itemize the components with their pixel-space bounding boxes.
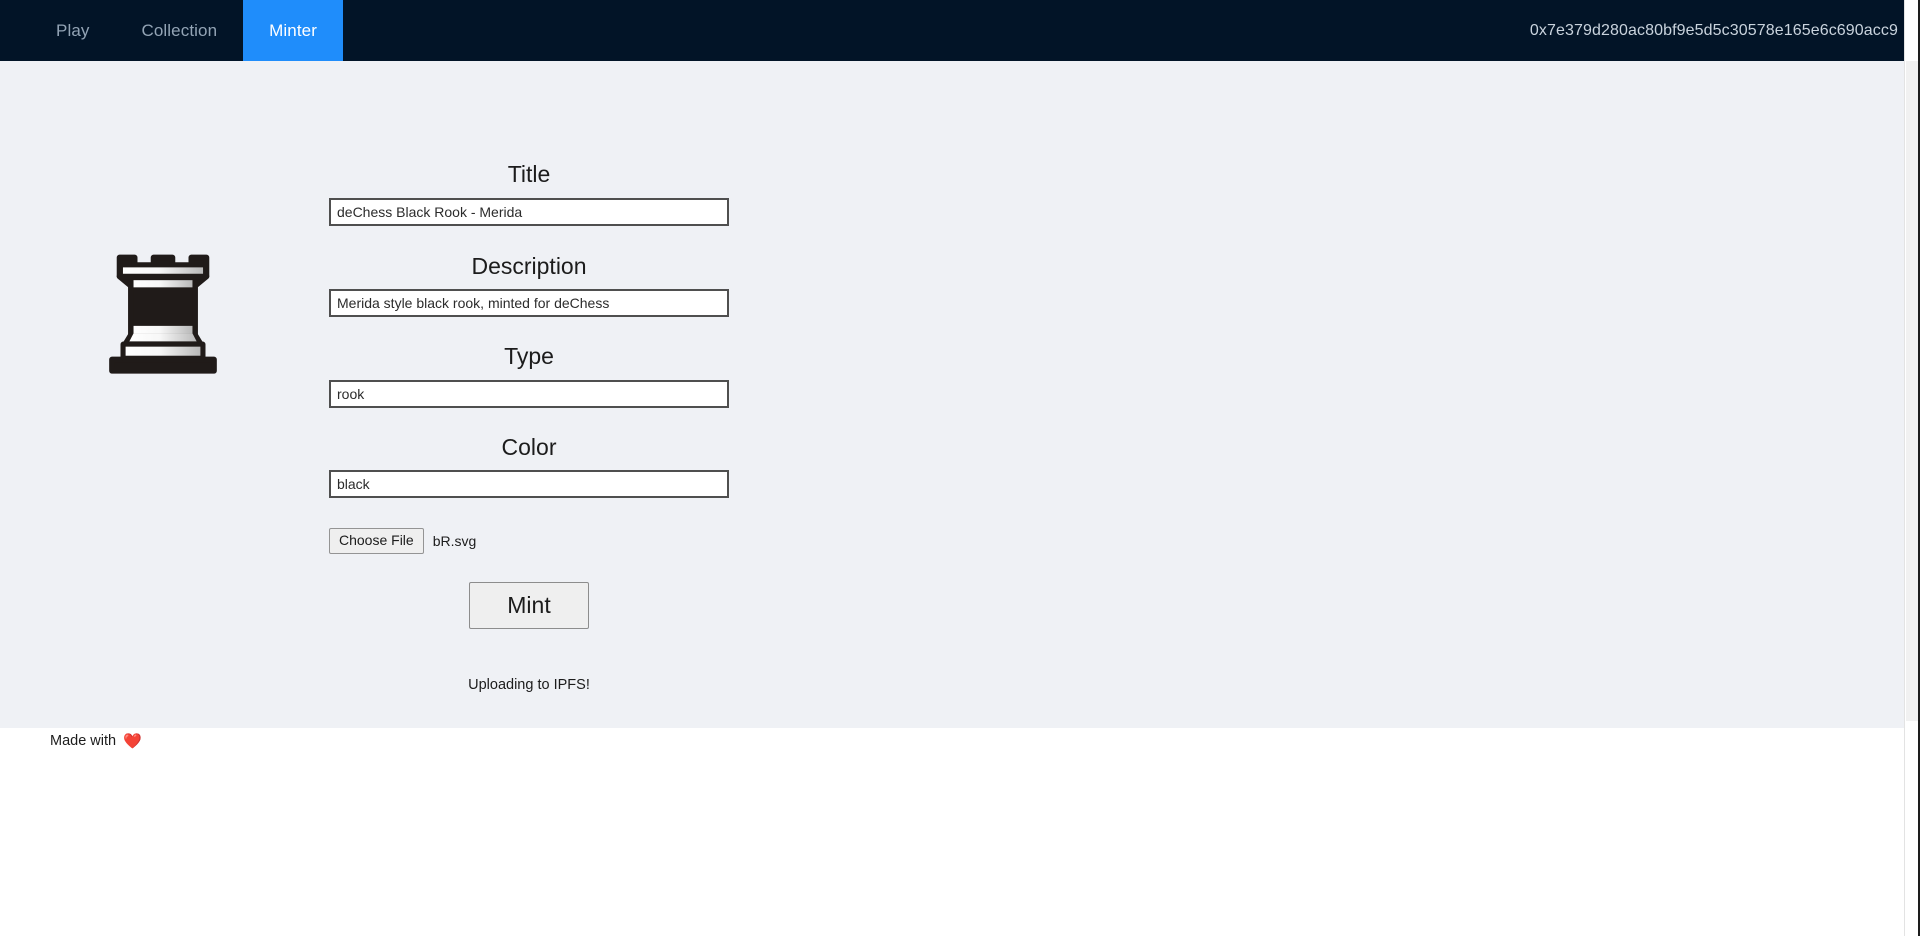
- choose-file-button[interactable]: Choose File: [329, 528, 424, 554]
- description-input[interactable]: [329, 289, 729, 318]
- footer-text: Made with: [50, 733, 117, 749]
- field-type: Type: [329, 343, 729, 408]
- mint-button[interactable]: Mint: [469, 581, 589, 629]
- status-message: Uploading to IPFS!: [468, 676, 590, 693]
- field-type-label: Type: [504, 343, 554, 370]
- nav-links: Play Collection Minter: [30, 0, 343, 61]
- wallet-area: 0x7e379d280ac80bf9e5d5c30578e165e6c690ac…: [1530, 0, 1920, 61]
- main-content: Title Description Type Color Choose File…: [0, 61, 1920, 749]
- field-color: Color: [329, 434, 729, 499]
- color-input[interactable]: [329, 470, 729, 499]
- nav-item-minter[interactable]: Minter: [243, 0, 343, 61]
- heart-icon: ❤️: [123, 732, 142, 750]
- field-title: Title: [329, 161, 729, 226]
- field-title-label: Title: [507, 161, 551, 187]
- mint-form: Title Description Type Color Choose File…: [329, 161, 729, 693]
- title-input[interactable]: [329, 197, 729, 226]
- top-navbar: Play Collection Minter 0x7e379d280ac80bf…: [0, 0, 1920, 61]
- wallet-address[interactable]: 0x7e379d280ac80bf9e5d5c30578e165e6c690ac…: [1530, 22, 1898, 40]
- mint-button-row: Mint: [329, 581, 729, 629]
- rook-preview-image: [78, 201, 248, 416]
- black-rook-icon: [109, 254, 217, 374]
- page-container: Title Description Type Color Choose File…: [0, 61, 1920, 749]
- field-description-label: Description: [471, 252, 587, 279]
- file-upload-row: Choose File bR.svg: [329, 528, 729, 554]
- nav-item-minter-label: Minter: [269, 20, 317, 40]
- field-description: Description: [329, 253, 729, 318]
- footer: Made with ❤️: [50, 733, 142, 749]
- type-input[interactable]: [329, 379, 729, 408]
- nav-item-play-label: Play: [56, 20, 90, 40]
- selected-file-name: bR.svg: [432, 533, 477, 550]
- nav-item-collection[interactable]: Collection: [115, 0, 243, 61]
- nav-item-play[interactable]: Play: [30, 0, 115, 61]
- field-color-label: Color: [501, 433, 557, 460]
- nav-item-collection-label: Collection: [141, 20, 218, 40]
